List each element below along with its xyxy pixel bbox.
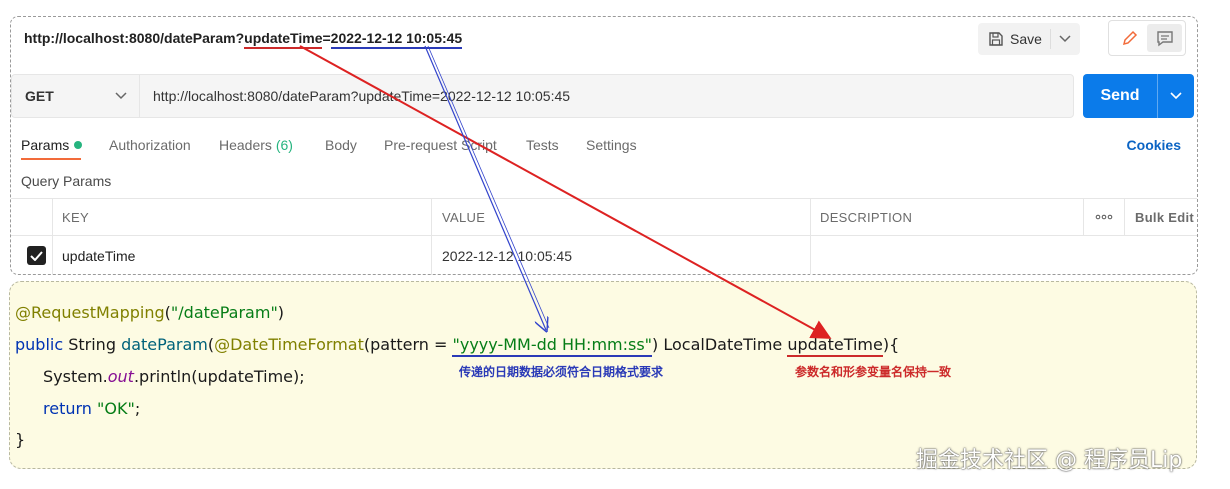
date-pattern: "yyyy-MM-dd HH:mm:ss" [452, 335, 653, 357]
send-button[interactable]: Send [1083, 87, 1157, 105]
code-line-3: System.out.println(updateTime); [43, 367, 305, 386]
chevron-down-icon [1059, 35, 1071, 43]
static-field-out: out [107, 367, 134, 386]
send-button-group: Send [1083, 74, 1194, 118]
datetimeformat-annotation: @DateTimeFormat [214, 335, 364, 354]
save-label: Save [1010, 31, 1042, 47]
comment-icon [1156, 31, 1173, 47]
code-line-5: } [15, 430, 26, 449]
request-title: http://localhost:8080/dateParam?updateTi… [24, 30, 463, 49]
param-key[interactable]: updateTime [62, 236, 135, 275]
code-token: ) [277, 303, 285, 322]
bulk-edit-button[interactable]: Bulk Edit [1135, 199, 1194, 235]
headers-count: (6) [275, 137, 293, 153]
tab-tests[interactable]: Tests [526, 137, 559, 153]
method-select[interactable]: GET [11, 74, 139, 118]
save-options-button[interactable] [1051, 23, 1080, 55]
checkmark-icon [27, 246, 46, 265]
column-key: KEY [62, 209, 89, 225]
column-divider [431, 199, 432, 235]
param-value[interactable]: 2022-12-12 10:05:45 [442, 236, 572, 275]
column-divider [52, 236, 53, 275]
column-divider [810, 199, 811, 235]
tab-authorization[interactable]: Authorization [109, 137, 191, 153]
edit-mode-button[interactable] [1112, 24, 1147, 52]
tab-body[interactable]: Body [325, 137, 357, 153]
query-params-table: KEY VALUE DESCRIPTION Bulk Edit updateTi… [11, 198, 1197, 275]
code-line-2: public String dateParam(@DateTimeFormat(… [15, 335, 900, 357]
keyword-public: public [15, 335, 64, 354]
chevron-down-icon [1170, 92, 1182, 100]
tab-headers[interactable]: Headers (6) [219, 137, 293, 153]
table-header-row: KEY VALUE DESCRIPTION Bulk Edit [11, 199, 1197, 236]
column-divider [431, 236, 432, 275]
watermark: 掘金技术社区 @ 程序员Lip [916, 448, 1183, 473]
tab-headers-label: Headers [219, 137, 272, 153]
keyword-return: return [43, 399, 98, 418]
tab-pre-request-script[interactable]: Pre-request Script [384, 137, 497, 153]
code-token: ) LocalDateTime [652, 335, 788, 354]
param-variable: updateTime [787, 335, 883, 357]
mapping-path: "/dateParam" [170, 303, 278, 322]
code-token: String [63, 335, 122, 354]
save-group: Save [978, 23, 1080, 55]
view-mode-toggle [1108, 20, 1186, 56]
column-divider [1083, 199, 1084, 235]
active-tab-indicator [21, 158, 81, 160]
code-token: .println(updateTime); [133, 367, 305, 386]
code-line-4: return "OK"; [43, 399, 140, 418]
code-token: ; [134, 399, 141, 418]
save-icon [989, 32, 1003, 46]
param-checkbox[interactable] [27, 236, 46, 275]
column-divider [1124, 199, 1125, 235]
more-options-icon[interactable] [1095, 199, 1113, 235]
code-token: ){ [882, 335, 900, 354]
tab-params-label: Params [21, 137, 70, 153]
column-divider [810, 236, 811, 275]
url-key: updateTime [244, 30, 323, 49]
column-description: DESCRIPTION [820, 209, 913, 225]
request-mapping-annotation: @RequestMapping [15, 303, 165, 322]
cookies-link[interactable]: Cookies [1127, 137, 1181, 153]
save-button[interactable]: Save [978, 23, 1050, 55]
code-token: System. [43, 367, 108, 386]
pencil-icon [1122, 30, 1137, 46]
url-prefix: http://localhost:8080/dateParam? [24, 30, 245, 46]
send-options-button[interactable] [1158, 92, 1194, 100]
method-label: GET [25, 88, 54, 104]
url-value: 2022-12-12 10:05:45 [330, 30, 463, 49]
column-value: VALUE [442, 209, 486, 225]
url-input[interactable]: http://localhost:8080/dateParam?updateTi… [139, 74, 1074, 118]
code-line-1: @RequestMapping("/dateParam") [15, 303, 284, 322]
column-divider [52, 199, 53, 235]
name-annotation-note: 参数名和形参变量名保持一致 [795, 365, 952, 379]
table-row: updateTime 2022-12-12 10:05:45 [11, 236, 1197, 275]
method-name: dateParam [121, 335, 208, 354]
query-params-label: Query Params [21, 173, 112, 189]
chevron-down-icon [115, 92, 127, 100]
request-panel: http://localhost:8080/dateParam?updateTi… [10, 16, 1198, 275]
tab-params[interactable]: Params [21, 137, 83, 160]
code-token: (pattern = [363, 335, 453, 354]
url-equals: = [322, 30, 331, 46]
comment-mode-button[interactable] [1147, 24, 1182, 52]
params-active-dot [74, 141, 83, 149]
format-annotation-note: 传递的日期数据必须符合日期格式要求 [459, 365, 664, 379]
return-string: "OK" [97, 399, 135, 418]
tab-settings[interactable]: Settings [586, 137, 637, 153]
